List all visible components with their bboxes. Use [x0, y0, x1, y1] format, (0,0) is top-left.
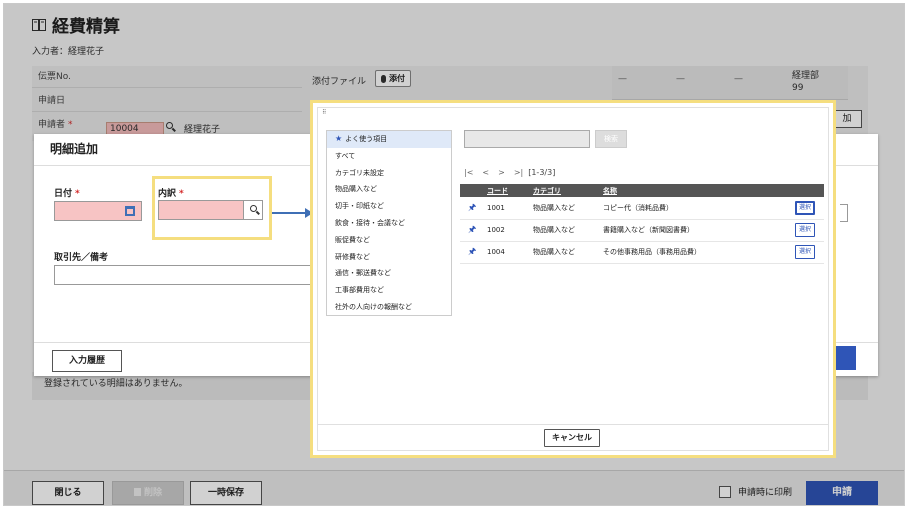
amount-input[interactable] — [840, 204, 848, 222]
search-button[interactable]: 検索 — [595, 130, 627, 148]
item-picker-body: ⠿ ★ よく使う項目 すべて カテゴリ未設定 物品購入など 切手・印紙など 飲食・… — [317, 107, 829, 451]
search-icon — [249, 205, 257, 212]
arrow-connector — [272, 212, 306, 214]
result-count: [1-3/3] — [528, 168, 556, 177]
table-row: 🖈 1002 物品購入など 書籍購入など（新聞図書費） 選択 — [460, 219, 824, 242]
category-item[interactable]: カテゴリ未設定 — [327, 165, 451, 182]
dialog-ok-button[interactable] — [834, 346, 856, 370]
code-column-header[interactable]: コード — [484, 184, 530, 197]
select-button[interactable]: 選択 — [795, 223, 815, 237]
category-item[interactable]: 工事部費用など — [327, 282, 451, 299]
category-item[interactable]: 切手・印紙など — [327, 198, 451, 215]
item-picker-popup: ⠿ ★ よく使う項目 すべて カテゴリ未設定 物品購入など 切手・印紙など 飲食・… — [310, 100, 836, 458]
category-item[interactable]: すべて — [327, 148, 451, 165]
drag-handle-icon[interactable]: ⠿ — [322, 110, 326, 116]
picker-footer: キャンセル — [318, 424, 828, 450]
date-label: 日付 * — [54, 189, 80, 199]
row-name: 書籍購入など（新聞図書費） — [600, 219, 792, 242]
date-input[interactable] — [54, 201, 142, 221]
cancel-button[interactable]: キャンセル — [544, 429, 600, 447]
row-category: 物品購入など — [530, 241, 600, 264]
pin-icon[interactable]: 🖈 — [460, 219, 484, 242]
select-cell: 選択 — [792, 241, 824, 264]
result-table: コード カテゴリ 名称 🖈 1001 物品購入など コピー代（消耗品費） 選択 — [460, 184, 824, 264]
item-search-button[interactable] — [243, 200, 263, 220]
category-item[interactable]: 研修費など — [327, 249, 451, 266]
row-category: 物品購入など — [530, 219, 600, 242]
pin-icon[interactable]: 🖈 — [460, 197, 484, 220]
category-item[interactable]: 社外の人向けの報酬など — [327, 299, 451, 316]
category-item[interactable]: 販促費など — [327, 232, 451, 249]
table-row: 🖈 1004 物品購入など その他事務用品（事務用品費） 選択 — [460, 241, 824, 264]
category-column-header[interactable]: カテゴリ — [530, 184, 600, 197]
name-column-header[interactable]: 名称 — [600, 184, 792, 197]
memo-input[interactable] — [54, 265, 314, 285]
row-name: その他事務用品（事務用品費） — [600, 241, 792, 264]
star-icon: ★ — [335, 134, 343, 143]
category-item[interactable]: 通信・郵送費など — [327, 265, 451, 282]
memo-label: 取引先／備考 — [54, 253, 109, 263]
select-column-header — [792, 184, 824, 197]
prev-page-button[interactable]: < — [482, 168, 489, 177]
row-code: 1002 — [484, 219, 530, 242]
item-search-input[interactable] — [464, 130, 590, 148]
row-name: コピー代（消耗品費） — [600, 197, 792, 220]
select-cell: 選択 — [792, 219, 824, 242]
table-header: コード カテゴリ 名称 — [460, 184, 824, 197]
row-category: 物品購入など — [530, 197, 600, 220]
last-page-button[interactable]: >| — [514, 168, 523, 177]
pin-column-header — [460, 184, 484, 197]
category-item-favorites[interactable]: ★ よく使う項目 — [327, 131, 451, 148]
select-button[interactable]: 選択 — [795, 200, 815, 215]
row-code: 1001 — [484, 197, 530, 220]
pagination: |< < > >| [1-3/3] — [464, 168, 555, 177]
item-label: 内訳 * — [158, 189, 184, 199]
calendar-icon[interactable] — [125, 206, 135, 216]
row-code: 1004 — [484, 241, 530, 264]
next-page-button[interactable]: > — [498, 168, 505, 177]
input-history-button[interactable]: 入力履歴 — [52, 350, 122, 372]
table-row: 🖈 1001 物品購入など コピー代（消耗品費） 選択 — [460, 197, 824, 220]
select-cell: 選択 — [792, 197, 824, 220]
category-list: ★ よく使う項目 すべて カテゴリ未設定 物品購入など 切手・印紙など 飲食・接待… — [326, 130, 452, 316]
category-item[interactable]: 物品購入など — [327, 181, 451, 198]
select-button[interactable]: 選択 — [795, 245, 815, 259]
first-page-button[interactable]: |< — [464, 168, 473, 177]
app-window: 経費精算 入力者：経理花子 伝票No. 申請日 申請者 * 10004 経理花子 … — [3, 3, 905, 506]
item-input[interactable] — [158, 200, 244, 220]
pin-icon[interactable]: 🖈 — [460, 241, 484, 264]
category-item[interactable]: 飲食・接待・会議など — [327, 215, 451, 232]
